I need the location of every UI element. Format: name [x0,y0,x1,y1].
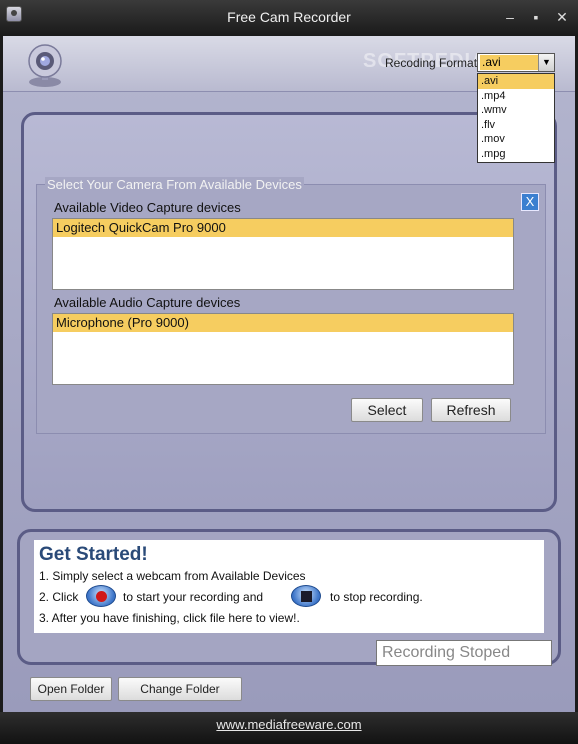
audio-devices-label: Available Audio Capture devices [54,295,241,310]
step-1-text: 1. Simply select a webcam from Available… [39,569,306,583]
step-2-start-text: to start your recording and [123,590,264,604]
step-3-text: 3. After you have finishing, click file … [39,611,300,625]
step-2-stop-text: to stop recording. [330,590,423,604]
record-icon [86,585,116,607]
format-option-mov[interactable]: .mov [478,132,554,147]
recording-format-value: .avi [480,55,538,70]
get-started-box: Get Started! 1. Simply select a webcam f… [34,540,544,633]
chevron-down-icon[interactable]: ▼ [538,54,554,71]
maximize-button[interactable]: ▪ [527,8,545,26]
recording-format-label: Recoding Format [385,56,478,70]
close-button[interactable]: ✕ [553,8,571,26]
format-option-wmv[interactable]: .wmv [478,103,554,118]
window-title: Free Cam Recorder [227,9,351,25]
open-folder-button[interactable]: Open Folder [30,677,112,701]
audio-devices-list[interactable]: Microphone (Pro 9000) [52,313,514,385]
device-group: Select Your Camera From Available Device… [36,177,546,434]
format-option-mpg[interactable]: .mpg [478,147,554,162]
website-link[interactable]: www.mediafreeware.com [216,717,361,732]
footer-bar: www.mediafreeware.com [0,712,578,744]
format-option-mp4[interactable]: .mp4 [478,89,554,104]
minimize-button[interactable]: – [501,8,519,26]
format-option-flv[interactable]: .flv [478,118,554,133]
title-bar: Free Cam Recorder – ▪ ✕ [0,0,578,36]
recording-status: Recording Stoped [376,640,552,666]
device-group-title: Select Your Camera From Available Device… [45,177,304,192]
format-option-avi[interactable]: .avi [478,74,554,89]
video-devices-list[interactable]: Logitech QuickCam Pro 9000 [52,218,514,290]
device-panel: Select Your Camera From Available Device… [21,112,557,512]
audio-device-item[interactable]: Microphone (Pro 9000) [53,314,513,332]
format-dropdown-list: .avi .mp4 .wmv .flv .mov .mpg [477,73,555,163]
app-body: SOFTPEDIA Recoding Format .avi ▼ .avi .m… [3,36,575,712]
step-2-click-text: 2. Click [39,590,79,604]
video-device-item[interactable]: Logitech QuickCam Pro 9000 [53,219,513,237]
get-started-title: Get Started! [39,544,148,565]
close-devices-button[interactable]: X [521,193,539,211]
change-folder-button[interactable]: Change Folder [118,677,242,701]
select-button[interactable]: Select [351,398,423,422]
video-devices-label: Available Video Capture devices [54,200,241,215]
stop-icon [291,585,321,607]
recording-format-select[interactable]: .avi ▼ [477,53,555,72]
webcam-icon [28,44,62,87]
refresh-button[interactable]: Refresh [431,398,511,422]
